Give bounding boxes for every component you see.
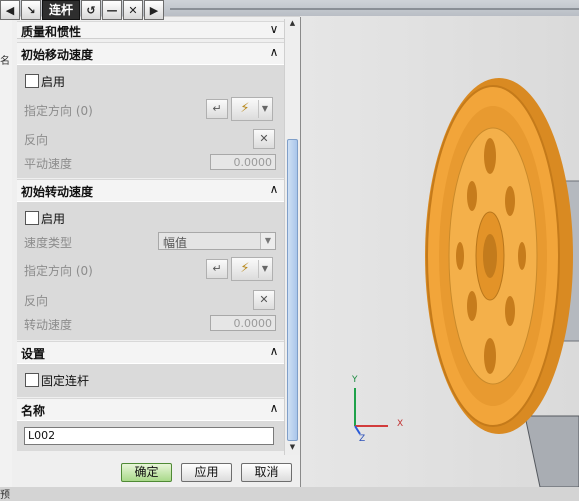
chevron-down-icon[interactable]: ▼: [258, 260, 271, 278]
wheel-model[interactable]: [300, 16, 579, 488]
dialog-panel: 质量和惯性 ∨ 初始移动速度 ∧ 启用 指定方向 (0) ↵ ⚡ ▼ 反向 ✕ …: [17, 17, 285, 467]
graphics-viewport[interactable]: Y X Z: [300, 16, 579, 488]
fixed-link-label: 固定连杆: [41, 374, 90, 388]
dialog-titlebar: ◀ ↘ 连杆 ↺ — ✕ ▶: [0, 0, 165, 20]
section-mass-props[interactable]: 质量和惯性 ∨: [17, 21, 285, 39]
speed-type-select[interactable]: 幅值 ▼: [158, 232, 276, 250]
direction-arrows-icon: ⚡: [240, 101, 250, 116]
rotation-reverse-label: 反向: [24, 294, 49, 308]
undo-icon[interactable]: ↺: [81, 0, 102, 20]
reverse-direction-icon[interactable]: ✕: [253, 290, 275, 310]
translation-speed-label: 平动速度: [24, 157, 73, 171]
reverse-direction-icon[interactable]: ✕: [253, 129, 275, 149]
translation-enable-checkbox[interactable]: [25, 74, 39, 88]
rotation-speed-field[interactable]: 0.0000: [210, 315, 276, 331]
select-arrow-icon[interactable]: ↘: [21, 0, 41, 20]
speed-type-label: 速度类型: [24, 236, 73, 250]
scroll-up-icon[interactable]: ▲: [286, 19, 299, 31]
vector-dialog-icon[interactable]: ↵: [206, 259, 228, 279]
chevron-up-icon[interactable]: ∧: [266, 182, 282, 198]
translation-speed-field[interactable]: 0.0000: [210, 154, 276, 170]
scrollbar-thumb[interactable]: [287, 139, 298, 441]
rotation-enable-checkbox[interactable]: [25, 211, 39, 225]
section-name[interactable]: 名称 ∧: [17, 398, 285, 421]
ok-button[interactable]: 确定: [121, 463, 172, 482]
dialog-scrollbar[interactable]: ▲ ▼: [284, 19, 300, 455]
initial-translation-body: 启用 指定方向 (0) ↵ ⚡ ▼ 反向 ✕ 平动速度 0.0000: [17, 64, 285, 178]
section-initial-translation[interactable]: 初始移动速度 ∧: [17, 42, 285, 65]
vector-dialog-icon[interactable]: ↵: [206, 99, 228, 119]
chevron-down-icon[interactable]: ▼: [258, 100, 271, 118]
left-edge-label: 名: [0, 56, 10, 67]
close-icon[interactable]: ✕: [123, 0, 144, 20]
vector-direction-icon[interactable]: ⚡ ▼: [231, 257, 273, 281]
triad-z-label: Z: [359, 434, 366, 444]
direction-arrows-icon: ⚡: [240, 261, 250, 276]
cancel-button[interactable]: 取消: [241, 463, 292, 482]
section-settings-label: 设置: [21, 347, 46, 361]
rotation-speed-label: 转动速度: [24, 318, 73, 332]
chevron-up-icon[interactable]: ∧: [266, 401, 282, 417]
translation-reverse-label: 反向: [24, 133, 49, 147]
apply-button[interactable]: 应用: [181, 463, 232, 482]
settings-body: 固定连杆: [17, 363, 285, 397]
section-initial-translation-label: 初始移动速度: [21, 48, 94, 62]
triad-y-label: Y: [352, 375, 358, 385]
name-field[interactable]: L002: [24, 427, 274, 445]
rotation-direction-label: 指定方向 (0): [24, 264, 93, 278]
dialog-title: 连杆: [42, 0, 81, 20]
section-initial-rotation-label: 初始转动速度: [21, 185, 94, 199]
initial-rotation-body: 启用 速度类型 幅值 ▼ 指定方向 (0) ↵ ⚡ ▼ 反向 ✕ 转动速度 0.…: [17, 201, 285, 340]
minimize-icon[interactable]: —: [102, 0, 123, 20]
section-name-label: 名称: [21, 404, 46, 418]
link-dialog: 质量和惯性 ∨ 初始移动速度 ∧ 启用 指定方向 (0) ↵ ⚡ ▼ 反向 ✕ …: [12, 17, 301, 487]
chevron-right-icon[interactable]: ▶: [144, 0, 165, 20]
chevron-down-icon[interactable]: ▼: [260, 233, 275, 249]
rotation-enable-label: 启用: [41, 212, 66, 226]
chevron-up-icon[interactable]: ∧: [266, 344, 282, 360]
name-body: L002: [17, 420, 285, 451]
translation-direction-label: 指定方向 (0): [24, 104, 93, 118]
speed-type-value: 幅值: [163, 236, 188, 250]
z-axis-line: [354, 425, 361, 435]
back-icon[interactable]: ◀: [0, 0, 20, 20]
section-mass-props-label: 质量和惯性: [21, 25, 82, 39]
chevron-down-icon[interactable]: ∨: [266, 22, 282, 38]
triad-x-label: X: [397, 419, 404, 429]
translation-enable-label: 启用: [41, 75, 66, 89]
vector-direction-icon[interactable]: ⚡ ▼: [231, 97, 273, 121]
section-settings[interactable]: 设置 ∧: [17, 341, 285, 364]
scroll-down-icon[interactable]: ▼: [286, 443, 299, 455]
fixed-link-checkbox[interactable]: [25, 373, 39, 387]
chevron-up-icon[interactable]: ∧: [266, 45, 282, 61]
left-edge-bottom-label: 预: [0, 490, 10, 501]
section-initial-rotation[interactable]: 初始转动速度 ∧: [17, 179, 285, 202]
